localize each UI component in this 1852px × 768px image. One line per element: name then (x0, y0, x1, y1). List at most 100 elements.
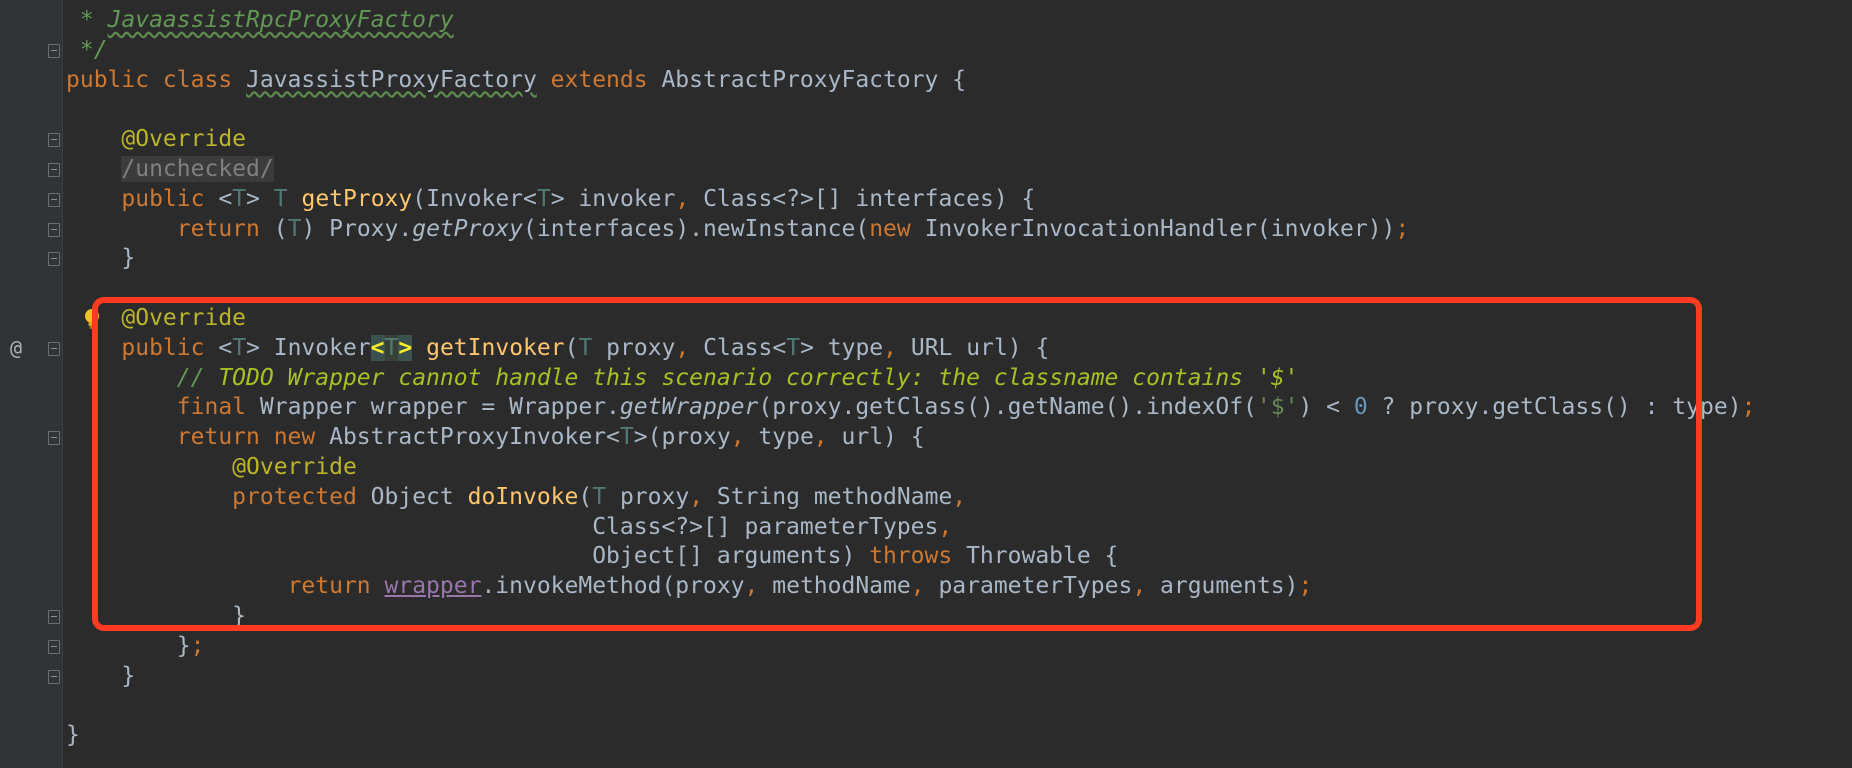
code-line[interactable]: */ (48, 36, 1852, 66)
code-token: < (218, 334, 233, 361)
code-line[interactable]: @Override (66, 453, 1852, 483)
code-token: return new (176, 424, 330, 451)
code-token: T (578, 334, 593, 361)
code-line[interactable]: protected Object doInvoke(T proxy, Strin… (66, 483, 1852, 513)
fold-marker-icon[interactable] (48, 252, 60, 267)
code-token: @Override (121, 304, 247, 331)
code-token: T (384, 334, 399, 361)
code-token: ( (578, 483, 593, 510)
code-line[interactable]: public <T> T getProxy(Invoker<T> invoker… (48, 185, 1852, 215)
code-token: return (176, 215, 274, 242)
code-token: Wrapper wrapper = Wrapper. (259, 394, 620, 421)
code-line[interactable]: @ public <T> Invoker<T> getInvoker(T pro… (10, 334, 1852, 364)
code-line[interactable] (66, 274, 1852, 304)
code-token: TODO Wrapper cannot handle this scenario… (218, 364, 1299, 391)
code-token: } (66, 602, 247, 629)
code-token: URL url) { (910, 334, 1050, 361)
code-line[interactable]: /unchecked/ (48, 155, 1852, 185)
code-line[interactable]: } (48, 662, 1852, 692)
code-token: @Override (232, 453, 357, 480)
fold-marker-icon[interactable] (48, 222, 60, 237)
code-token: (interfaces).newInstance( (523, 215, 870, 242)
code-token: , (938, 513, 953, 540)
fold-marker-icon[interactable] (48, 43, 60, 58)
code-token: new (869, 215, 925, 242)
fold-marker-icon[interactable] (48, 162, 60, 177)
code-token: , (952, 483, 967, 510)
code-token: final (176, 394, 260, 421)
code-token: String methodName (716, 483, 953, 510)
code-line[interactable]: } (48, 244, 1852, 274)
code-token: T (592, 483, 607, 510)
code-token: extends (550, 66, 662, 93)
code-line[interactable]: @Override (66, 304, 1852, 334)
code-line[interactable]: return (T) Proxy.getProxy(interfaces).ne… (48, 215, 1852, 245)
code-token: JavaassistRpcProxyFactory (107, 7, 454, 33)
code-token: ) Proxy. (301, 215, 413, 242)
fold-marker-icon[interactable] (48, 609, 60, 624)
code-token: ) < (1298, 394, 1354, 421)
override-marker-icon[interactable]: @ (4, 334, 28, 364)
code-lines[interactable]: * JavaassistRpcProxyFactory */ public cla… (10, 6, 1852, 751)
fold-marker-icon[interactable] (48, 192, 60, 207)
fold-marker-icon[interactable] (48, 669, 60, 684)
code-token: , (675, 334, 704, 361)
code-token: ( (564, 334, 579, 361)
code-line[interactable]: } (66, 721, 1852, 751)
code-line[interactable]: return new AbstractProxyInvoker<T>(proxy… (48, 423, 1852, 453)
code-token: getWrapper (619, 394, 759, 421)
code-token: (Invoker< (412, 185, 537, 212)
code-token: > Invoker (246, 334, 371, 361)
code-token: throws (869, 543, 967, 570)
code-line[interactable] (66, 691, 1852, 721)
code-token: AbstractProxyInvoker< (329, 424, 620, 451)
code-line[interactable]: Object[] arguments) throws Throwable { (66, 542, 1852, 572)
code-token: < (370, 334, 385, 361)
code-line[interactable]: @Override (48, 125, 1852, 155)
code-token: JavassistProxyFactory (246, 66, 537, 93)
code-token: , (675, 185, 704, 212)
code-line[interactable]: } (48, 602, 1852, 632)
code-token: ; (1298, 573, 1313, 600)
code-line[interactable]: }; (48, 632, 1852, 662)
lightbulb-icon[interactable] (82, 307, 102, 331)
code-token: < (218, 185, 233, 212)
code-line[interactable]: public class JavassistProxyFactory exten… (66, 66, 1852, 96)
fold-marker-icon[interactable] (48, 133, 60, 148)
code-token: , (910, 573, 939, 600)
code-line[interactable]: // TODO Wrapper cannot handle this scena… (66, 364, 1852, 394)
code-token: protected (232, 483, 371, 510)
code-line[interactable] (66, 95, 1852, 125)
code-token: T (273, 185, 288, 212)
code-token: > invoker (550, 185, 676, 212)
code-line[interactable]: * JavaassistRpcProxyFactory (66, 6, 1852, 36)
code-token: public class (66, 66, 247, 93)
code-line[interactable]: final Wrapper wrapper = Wrapper.getWrapp… (66, 393, 1852, 423)
code-token: T (619, 424, 634, 451)
code-editor[interactable]: * JavaassistRpcProxyFactory */ public cla… (0, 0, 1852, 768)
code-token: getInvoker (426, 334, 565, 361)
fold-marker-icon[interactable] (48, 431, 60, 446)
code-token: } (66, 632, 191, 659)
code-line[interactable]: return wrapper.invokeMethod(proxy, metho… (66, 572, 1852, 602)
code-token: Object (370, 483, 468, 510)
code-token: , (883, 334, 911, 361)
code-line[interactable]: Class<?>[] parameterTypes, (66, 513, 1852, 543)
fold-marker-icon[interactable] (48, 341, 60, 356)
code-token: ; (1395, 215, 1410, 242)
code-token: '$' (1256, 394, 1299, 421)
code-token: Object[] arguments) (66, 543, 870, 570)
code-token: wrapper (384, 573, 482, 600)
code-token: public (121, 185, 219, 212)
code-token: ( (273, 215, 288, 242)
fold-marker-icon[interactable] (48, 639, 60, 654)
code-token: T (232, 185, 247, 212)
code-token: * (66, 7, 108, 33)
code-token: // (176, 364, 219, 391)
